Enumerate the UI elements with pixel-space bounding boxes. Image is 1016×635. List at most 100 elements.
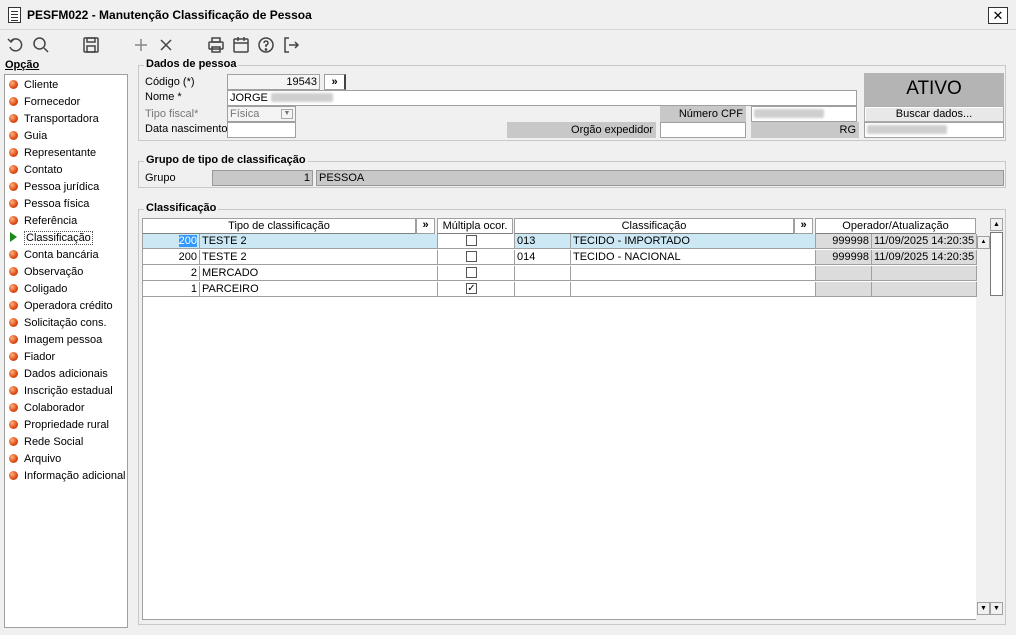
grid-scrollbar[interactable]: ▲ ▼ ▼ ▲ xyxy=(976,218,1004,618)
scroll-down-icon[interactable]: ▼ xyxy=(990,602,1003,615)
atualizacao-cell[interactable]: 11/09/2025 14:20:35 xyxy=(872,250,977,265)
tipo-name-cell[interactable]: PARCEIRO xyxy=(200,282,438,297)
classificacao-code-cell[interactable]: 014 xyxy=(515,250,571,265)
header-tipo-classificacao[interactable]: Tipo de classificação xyxy=(142,218,416,234)
sidebar-item-classificação[interactable]: Classificação xyxy=(9,230,93,246)
sidebar-item-dados-adicionais[interactable]: Dados adicionais xyxy=(9,366,108,382)
classificacao-code-cell[interactable] xyxy=(515,282,571,297)
sidebar-item-imagem-pessoa[interactable]: Imagem pessoa xyxy=(9,332,102,348)
classificacao-expand-button[interactable]: » xyxy=(794,218,813,234)
sidebar-item-label: Colaborador xyxy=(24,402,85,414)
row-scroll-up-icon[interactable]: ▲ xyxy=(977,236,990,249)
multipla-cell[interactable] xyxy=(438,234,515,249)
tipo-code-cell[interactable]: 200 xyxy=(143,234,200,249)
close-button[interactable]: ✕ xyxy=(988,7,1008,24)
codigo-expand-button[interactable]: » xyxy=(324,74,346,90)
classificacao-name-cell[interactable]: TECIDO - IMPORTADO xyxy=(571,234,816,249)
grupo-legend: Grupo de tipo de classificação xyxy=(144,154,308,166)
scroll-thumb[interactable] xyxy=(990,232,1003,296)
multipla-cell[interactable] xyxy=(438,250,515,265)
bullet-icon xyxy=(9,216,18,225)
search-icon[interactable] xyxy=(31,35,51,55)
classificacao-name-cell[interactable] xyxy=(571,282,816,297)
sidebar-item-solicitação-cons-[interactable]: Solicitação cons. xyxy=(9,315,107,331)
atualizacao-cell[interactable]: 11/09/2025 14:20:35 xyxy=(872,234,977,249)
tipo-code-cell[interactable]: 1 xyxy=(143,282,200,297)
buscar-dados-button[interactable]: Buscar dados... xyxy=(864,106,1004,122)
orgao-expedidor-field[interactable] xyxy=(660,122,746,138)
add-icon[interactable] xyxy=(131,35,151,55)
header-multipla-ocor[interactable]: Múltipla ocor. xyxy=(437,218,513,234)
header-classificacao[interactable]: Classificação xyxy=(514,218,794,234)
operador-cell[interactable] xyxy=(816,282,872,297)
operador-cell[interactable]: 999998 xyxy=(816,234,872,249)
help-icon[interactable] xyxy=(256,35,276,55)
title-bar: PESFM022 - Manutenção Classificação de P… xyxy=(0,0,1016,30)
tipo-code-cell[interactable]: 2 xyxy=(143,266,200,281)
operador-cell[interactable] xyxy=(816,266,872,281)
delete-icon[interactable] xyxy=(156,35,176,55)
multipla-checkbox[interactable] xyxy=(466,235,477,246)
operador-cell[interactable]: 999998 xyxy=(816,250,872,265)
exit-icon[interactable] xyxy=(281,35,301,55)
sidebar-item-arquivo[interactable]: Arquivo xyxy=(9,451,61,467)
tipo-name-cell[interactable]: TESTE 2 xyxy=(200,250,438,265)
sidebar-item-pessoa-jurídica[interactable]: Pessoa jurídica xyxy=(9,179,99,195)
sidebar-item-observação[interactable]: Observação xyxy=(9,264,83,280)
bullet-icon xyxy=(9,437,18,446)
multipla-checkbox[interactable]: ✓ xyxy=(466,283,477,294)
atualizacao-cell[interactable] xyxy=(872,266,977,281)
multipla-checkbox[interactable] xyxy=(466,251,477,262)
undo-icon[interactable] xyxy=(6,35,26,55)
bullet-icon xyxy=(9,182,18,191)
sidebar-item-referência[interactable]: Referência xyxy=(9,213,77,229)
sidebar-item-representante[interactable]: Representante xyxy=(9,145,96,161)
sidebar-item-cliente[interactable]: Cliente xyxy=(9,77,58,93)
sidebar-item-conta-bancária[interactable]: Conta bancária xyxy=(9,247,99,263)
numero-cpf-field[interactable] xyxy=(751,106,857,122)
sidebar-item-fornecedor[interactable]: Fornecedor xyxy=(9,94,80,110)
classificacao-code-cell[interactable]: 013 xyxy=(515,234,571,249)
sidebar-item-guia[interactable]: Guia xyxy=(9,128,47,144)
print-icon[interactable] xyxy=(206,35,226,55)
atualizacao-cell[interactable] xyxy=(872,282,977,297)
classificacao-code-cell[interactable] xyxy=(515,266,571,281)
multipla-checkbox[interactable] xyxy=(466,267,477,278)
sidebar-item-rede-social[interactable]: Rede Social xyxy=(9,434,83,450)
tipo-name-cell[interactable]: TESTE 2 xyxy=(200,234,438,249)
row-scroll-down-icon[interactable]: ▼ xyxy=(977,602,990,615)
sidebar-item-fiador[interactable]: Fiador xyxy=(9,349,55,365)
nome-field[interactable]: JORGE xyxy=(227,90,857,106)
rg-field[interactable] xyxy=(864,122,1004,138)
codigo-field[interactable]: 19543 xyxy=(227,74,320,90)
sidebar-item-inscrição-estadual[interactable]: Inscrição estadual xyxy=(9,383,113,399)
options-list: Cliente Fornecedor Transportadora Guia Repre… xyxy=(4,74,128,628)
sidebar-item-operadora-crédito[interactable]: Operadora crédito xyxy=(9,298,113,314)
sidebar-item-transportadora[interactable]: Transportadora xyxy=(9,111,99,127)
tipo-fiscal-select[interactable]: Física ▼ xyxy=(227,106,296,122)
header-operador-atualizacao[interactable]: Operador/Atualização xyxy=(815,218,976,234)
sidebar-item-pessoa-física[interactable]: Pessoa física xyxy=(9,196,89,212)
chevron-down-icon[interactable]: ▼ xyxy=(281,109,293,119)
nome-value: JORGE xyxy=(230,92,268,104)
multipla-cell[interactable]: ✓ xyxy=(438,282,515,297)
sidebar-item-propriedade-rural[interactable]: Propriedade rural xyxy=(9,417,109,433)
data-nascimento-field[interactable] xyxy=(227,122,296,138)
multipla-cell[interactable] xyxy=(438,266,515,281)
tipo-expand-button[interactable]: » xyxy=(416,218,435,234)
rg-label: RG xyxy=(751,122,859,138)
sidebar-item-coligado[interactable]: Coligado xyxy=(9,281,67,297)
nome-label: Nome * xyxy=(145,91,182,103)
tipo-code-cell[interactable]: 200 xyxy=(143,250,200,265)
tipo-name-cell[interactable]: MERCADO xyxy=(200,266,438,281)
sidebar-item-colaborador[interactable]: Colaborador xyxy=(9,400,85,416)
save-icon[interactable] xyxy=(81,35,101,55)
calendar-icon[interactable] xyxy=(231,35,251,55)
bullet-icon xyxy=(9,386,18,395)
sidebar-item-contato[interactable]: Contato xyxy=(9,162,63,178)
sidebar-item-informação-adicional[interactable]: Informação adicional xyxy=(9,468,126,484)
classificacao-name-cell[interactable]: TECIDO - NACIONAL xyxy=(571,250,816,265)
scroll-up-icon[interactable]: ▲ xyxy=(990,218,1003,231)
bullet-icon xyxy=(9,335,18,344)
classificacao-name-cell[interactable] xyxy=(571,266,816,281)
